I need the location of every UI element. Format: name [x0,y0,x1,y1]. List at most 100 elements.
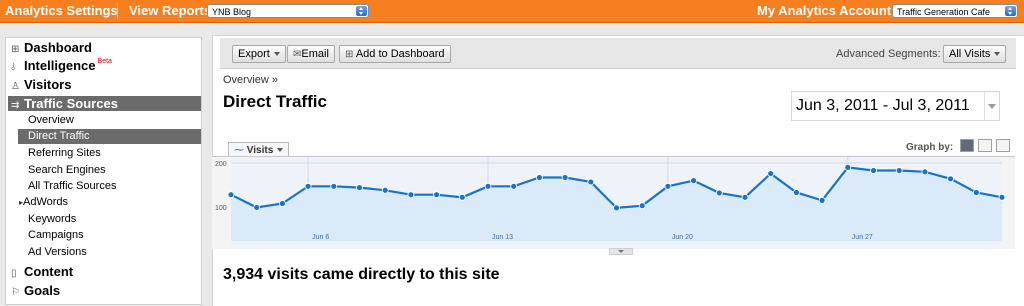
visits-chart: 100 200 Jun 6 Jun 13 Jun 20 Jun 27 [212,156,1015,249]
add-to-dashboard-button[interactable]: ⊞ Add to Dashboard [339,45,451,63]
chevron-down-icon [984,92,999,120]
x-tick-label: Jun 27 [852,234,873,241]
sidebar-sub-campaigns[interactable]: Campaigns [28,229,84,241]
intelligence-icon: ⫰ [11,62,16,73]
data-point [279,200,286,207]
data-point [253,204,261,211]
my-accounts-label: My Analytics Accounts: [757,3,903,18]
sidebar-item-label: Dashboard [24,40,92,55]
x-tick-label: Jun 20 [672,234,693,241]
sidebar-sub-referring-sites[interactable]: Referring Sites [28,147,101,159]
data-point [998,193,1006,201]
sidebar-sub-ad-versions[interactable]: Ad Versions [28,246,87,258]
data-point [741,193,749,201]
email-button[interactable]: ✉Email [287,45,335,63]
data-point [407,191,415,199]
select-arrows-icon [356,6,367,16]
data-point [330,182,338,190]
view-reports-label: View Reports: [129,3,216,18]
data-point [818,197,826,204]
sidebar-sub-keywords[interactable]: Keywords [28,213,76,225]
sidebar-sub-overview[interactable]: Overview [28,114,74,126]
select-arrows-icon [1005,6,1016,16]
caret-down-icon [994,52,1001,57]
sidebar-item-content[interactable]: ▯ Content [11,264,73,279]
sidebar-item-intelligence[interactable]: ⫰ Intelligence Beta [11,58,112,73]
data-point [381,186,389,194]
sidebar-item-label: Visitors [24,77,72,92]
grid-icon: ⊞ [11,44,20,55]
sidebar-item-goals[interactable]: ⚐ Goals [11,283,60,298]
sidebar-sub-direct-traffic[interactable]: Direct Traffic [18,129,201,144]
report-toolbar: Export ✉Email ⊞ Add to Dashboard Advance… [220,38,1016,69]
sidebar-item-label: Traffic Sources [24,96,118,111]
analytics-settings-link[interactable]: Analytics Settings [5,3,118,18]
sidebar-sub-adwords[interactable]: ▸AdWords [19,196,68,208]
flag-icon: ⚐ [11,287,20,298]
advanced-segments-label: Advanced Segments: [836,48,941,60]
segments-value: All Visits [949,48,991,60]
y-tick-label: 200 [215,161,227,168]
data-point [870,167,877,174]
graph-by-week-button[interactable] [978,139,992,152]
summary-headline: 3,934 visits came directly to this site [223,266,500,283]
data-point [458,193,466,201]
data-point [356,184,363,192]
data-point [767,170,775,177]
date-range-picker[interactable]: Jun 3, 2011 - Jul 3, 2011 [791,91,1000,121]
data-point [793,189,800,196]
x-tick-label: Jun 13 [492,234,513,241]
graph-by-month-button[interactable] [996,139,1010,152]
sidebar-item-traffic-sources[interactable]: ⇉ Traffic Sources [8,96,201,111]
chart-expand-handle[interactable] [609,248,633,255]
export-label: Export [238,48,270,60]
data-point [510,182,518,190]
metric-tab-label: Visits [246,145,274,156]
profile-select[interactable]: YNB Blog [207,4,369,18]
data-point [587,178,595,186]
data-point [664,182,672,190]
line-chart-icon: ⁓ [234,145,244,156]
email-label: Email [301,48,329,60]
data-point [638,202,646,210]
beta-badge: Beta [97,58,112,65]
segments-select[interactable]: All Visits [943,45,1007,63]
data-point [227,191,235,199]
data-point [895,167,903,174]
sidebar-sub-search-engines[interactable]: Search Engines [28,164,106,176]
visits-chart-svg: 100 200 Jun 6 Jun 13 Jun 20 Jun 27 [215,157,1006,249]
data-point [921,168,929,176]
caret-down-icon [273,52,280,57]
data-point [304,182,312,190]
profile-select-value: YNB Blog [212,7,252,17]
topbar-divider [117,3,118,19]
person-icon: ♙ [11,81,20,92]
grid-icon: ⊞ [345,49,354,60]
data-point [613,204,620,212]
sidebar-sub-label: AdWords [23,196,69,208]
data-point [947,175,954,183]
data-point [484,182,492,190]
account-select[interactable]: Traffic Generation Cafe [892,4,1018,18]
y-tick-label: 100 [215,205,227,212]
sidebar-item-label: Content [24,264,74,279]
caret-down-icon [277,148,284,153]
data-point [535,174,543,181]
graph-by-day-button[interactable] [960,139,974,152]
data-point [972,189,980,196]
date-range-value: Jun 3, 2011 - Jul 3, 2011 [796,97,970,114]
breadcrumb[interactable]: Overview » [223,74,278,86]
data-point [433,191,441,199]
data-point [715,189,723,197]
account-select-value: Traffic Generation Cafe [897,7,991,17]
sidebar-item-dashboard[interactable]: ⊞ Dashboard [11,40,92,55]
data-point [844,163,852,171]
page-title: Direct Traffic [223,92,327,111]
sidebar-sub-all-traffic-sources[interactable]: All Traffic Sources [28,180,116,192]
sidebar: ⊞ Dashboard ⫰ Intelligence Beta ♙ Visitors ⇉… [5,37,202,305]
data-point [561,174,569,181]
page-icon: ▯ [11,268,17,279]
export-button[interactable]: Export [232,45,286,63]
sidebar-item-visitors[interactable]: ♙ Visitors [11,77,71,92]
add-to-dashboard-label: Add to Dashboard [355,48,445,60]
